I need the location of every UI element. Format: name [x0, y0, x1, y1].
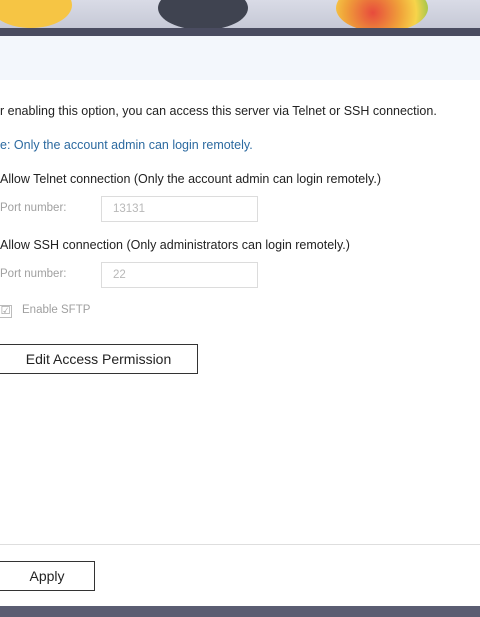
window-border — [0, 28, 480, 36]
telnet-port-label: Port number: — [0, 202, 67, 214]
apply-button[interactable]: Apply — [0, 561, 95, 591]
desktop-app-icon — [158, 0, 248, 30]
allow-telnet-label[interactable]: Allow Telnet connection (Only the accoun… — [0, 172, 381, 186]
desktop-app-icon — [0, 0, 72, 28]
ssh-port-value: 22 — [113, 269, 126, 281]
dialog-header — [0, 36, 480, 80]
enable-sftp-label: Enable SFTP — [22, 304, 91, 316]
telnet-port-input[interactable]: 13131 — [101, 196, 258, 222]
checkbox-checked-icon[interactable]: ☑ — [0, 305, 12, 318]
description-text: r enabling this option, you can access t… — [0, 104, 437, 118]
window-border-bottom — [0, 606, 480, 617]
dialog-footer: Apply — [0, 544, 480, 606]
telnet-port-value: 13131 — [113, 203, 145, 215]
note-text: e: Only the account admin can login remo… — [0, 138, 253, 152]
ssh-port-input[interactable]: 22 — [101, 262, 258, 288]
settings-dialog: r enabling this option, you can access t… — [0, 36, 480, 606]
ssh-port-label: Port number: — [0, 268, 67, 280]
allow-ssh-label[interactable]: Allow SSH connection (Only administrator… — [0, 238, 350, 252]
edit-access-permission-button[interactable]: Edit Access Permission — [0, 344, 198, 374]
